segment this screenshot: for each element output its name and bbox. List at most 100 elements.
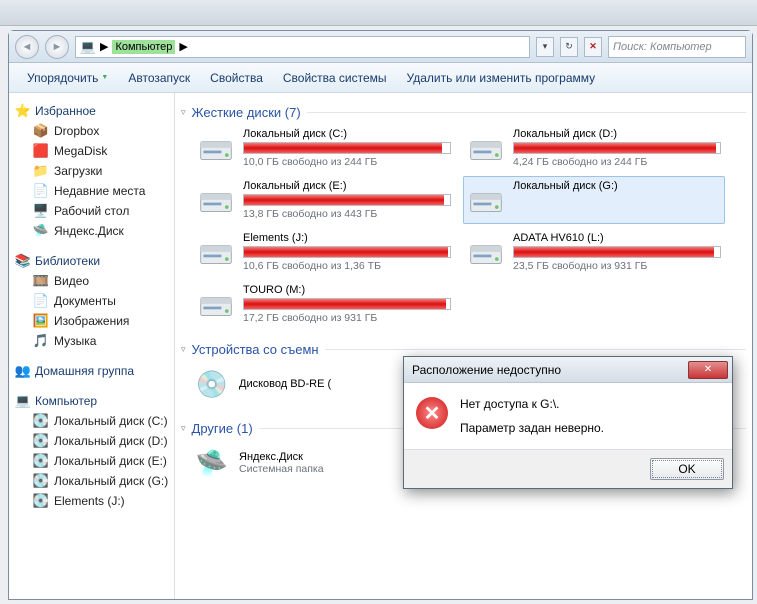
drive-item[interactable]: Локальный диск (D:) 4,24 ГБ свободно из … — [463, 124, 725, 172]
fav-icon: 📁 — [33, 163, 49, 179]
address-dropdown-button[interactable]: ▾ — [536, 37, 554, 57]
system-properties-button[interactable]: Свойства системы — [273, 67, 397, 89]
hdd-icon — [467, 128, 505, 166]
lib-icon: 🖼️ — [33, 313, 49, 329]
browser-tab-strip — [0, 0, 757, 26]
sidebar-library-item[interactable]: 🖼️Изображения — [11, 311, 172, 331]
sidebar-favorite-item[interactable]: 📁Загрузки — [11, 161, 172, 181]
fav-icon: 🟥 — [33, 143, 49, 159]
address-crumb[interactable]: Компьютер — [112, 40, 175, 54]
search-input[interactable]: Поиск: Компьютер — [608, 36, 746, 58]
fav-icon: 📄 — [33, 183, 49, 199]
uninstall-program-button[interactable]: Удалить или изменить программу — [397, 67, 606, 89]
sidebar-favorite-item[interactable]: 🛸Яндекс.Диск — [11, 221, 172, 241]
fav-icon: 📦 — [33, 123, 49, 139]
drive-icon: 💽 — [33, 413, 49, 429]
address-arrow: ▶ — [179, 40, 187, 53]
drive-item[interactable]: Локальный диск (G:) — [463, 176, 725, 224]
nav-forward-button[interactable]: ► — [45, 35, 69, 59]
computer-icon: 💻 — [80, 39, 96, 55]
bd-drive-icon: 💿 — [193, 365, 231, 403]
stop-button[interactable]: ✕ — [584, 37, 602, 57]
sidebar-drive-item[interactable]: 💽Локальный диск (G:) — [11, 471, 172, 491]
drive-stat: 23,5 ГБ свободно из 931 ГБ — [513, 260, 721, 272]
navigation-pane: ⭐Избранное 📦Dropbox🟥MegaDisk📁Загрузки📄Не… — [9, 93, 175, 599]
sidebar-drive-item[interactable]: 💽Локальный диск (C:) — [11, 411, 172, 431]
capacity-bar — [243, 298, 451, 310]
sidebar-favorite-item[interactable]: 🖥️Рабочий стол — [11, 201, 172, 221]
collapse-icon: ▿ — [181, 423, 186, 434]
content-pane: ▿ Жесткие диски (7) Локальный диск (C:) … — [175, 93, 752, 599]
drive-stat: 13,8 ГБ свободно из 443 ГБ — [243, 208, 451, 220]
command-bar: Упорядочить▼ Автозапуск Свойства Свойств… — [9, 63, 752, 93]
collapse-icon: ▿ — [181, 107, 186, 118]
drive-name: Локальный диск (D:) — [513, 128, 721, 140]
collapse-icon: ▿ — [181, 344, 186, 355]
drive-name: ADATA HV610 (L:) — [513, 232, 721, 244]
drive-stat: 10,0 ГБ свободно из 244 ГБ — [243, 156, 451, 168]
hdd-icon — [197, 284, 235, 322]
address-path[interactable]: 💻 ▶ Компьютер ▶ — [75, 36, 530, 58]
drive-item[interactable]: Локальный диск (E:) 13,8 ГБ свободно из … — [193, 176, 455, 224]
drive-stat: 17,2 ГБ свободно из 931 ГБ — [243, 312, 451, 324]
drive-icon: 💽 — [33, 473, 49, 489]
sidebar-library-item[interactable]: 🎵Музыка — [11, 331, 172, 351]
drive-item[interactable]: Локальный диск (C:) 10,0 ГБ свободно из … — [193, 124, 455, 172]
drive-stat: 4,24 ГБ свободно из 244 ГБ — [513, 156, 721, 168]
dialog-ok-button[interactable]: OK — [650, 458, 724, 480]
homegroup-header[interactable]: 👥Домашняя группа — [11, 361, 172, 381]
error-dialog: Расположение недоступно ✕ ✕ Нет доступа … — [403, 356, 733, 489]
address-bar: ◄ ► 💻 ▶ Компьютер ▶ ▾ ↻ ✕ Поиск: Компьют… — [9, 31, 752, 63]
capacity-bar — [243, 142, 451, 154]
sidebar-drive-item[interactable]: 💽Elements (J:) — [11, 491, 172, 511]
hdd-icon — [467, 180, 505, 218]
dialog-message-1: Нет доступа к G:\. — [460, 397, 604, 411]
hdd-section-header[interactable]: ▿ Жесткие диски (7) — [179, 101, 748, 124]
favorites-header[interactable]: ⭐Избранное — [11, 101, 172, 121]
properties-button[interactable]: Свойства — [200, 67, 273, 89]
sidebar-library-item[interactable]: 🎞️Видео — [11, 271, 172, 291]
fav-icon: 🛸 — [33, 223, 49, 239]
fav-icon: 🖥️ — [33, 203, 49, 219]
dialog-title-bar[interactable]: Расположение недоступно ✕ — [404, 357, 732, 383]
computer-header[interactable]: 💻Компьютер — [11, 391, 172, 411]
drive-icon: 💽 — [33, 453, 49, 469]
sidebar-favorite-item[interactable]: 🟥MegaDisk — [11, 141, 172, 161]
libraries-header[interactable]: 📚Библиотеки — [11, 251, 172, 271]
address-arrow: ▶ — [100, 40, 108, 53]
drive-name: TOURO (M:) — [243, 284, 451, 296]
nav-back-button[interactable]: ◄ — [15, 35, 39, 59]
hdd-icon — [467, 232, 505, 270]
yandex-disk-icon: 🛸 — [193, 444, 231, 482]
drive-icon: 💽 — [33, 433, 49, 449]
autoplay-button[interactable]: Автозапуск — [118, 67, 200, 89]
capacity-bar — [243, 194, 451, 206]
hdd-icon — [197, 232, 235, 270]
sidebar-library-item[interactable]: 📄Документы — [11, 291, 172, 311]
lib-icon: 📄 — [33, 293, 49, 309]
homegroup-icon: 👥 — [15, 363, 31, 379]
capacity-bar — [243, 246, 451, 258]
error-icon: ✕ — [416, 397, 448, 429]
explorer-window: ◄ ► 💻 ▶ Компьютер ▶ ▾ ↻ ✕ Поиск: Компьют… — [8, 30, 753, 600]
refresh-button[interactable]: ↻ — [560, 37, 578, 57]
sidebar-favorite-item[interactable]: 📄Недавние места — [11, 181, 172, 201]
star-icon: ⭐ — [15, 103, 31, 119]
drive-item[interactable]: Elements (J:) 10,6 ГБ свободно из 1,36 Т… — [193, 228, 455, 276]
hdd-icon — [197, 128, 235, 166]
hdd-icon — [197, 180, 235, 218]
drive-name: Локальный диск (E:) — [243, 180, 451, 192]
sidebar-drive-item[interactable]: 💽Локальный диск (E:) — [11, 451, 172, 471]
drive-icon: 💽 — [33, 493, 49, 509]
drive-item[interactable]: TOURO (M:) 17,2 ГБ свободно из 931 ГБ — [193, 280, 455, 328]
sidebar-drive-item[interactable]: 💽Локальный диск (D:) — [11, 431, 172, 451]
capacity-bar — [513, 142, 721, 154]
capacity-bar — [513, 246, 721, 258]
lib-icon: 🎵 — [33, 333, 49, 349]
drive-name: Локальный диск (C:) — [243, 128, 451, 140]
dialog-close-button[interactable]: ✕ — [688, 361, 728, 379]
sidebar-favorite-item[interactable]: 📦Dropbox — [11, 121, 172, 141]
drive-item[interactable]: ADATA HV610 (L:) 23,5 ГБ свободно из 931… — [463, 228, 725, 276]
lib-icon: 🎞️ — [33, 273, 49, 289]
organize-menu[interactable]: Упорядочить▼ — [17, 67, 118, 89]
